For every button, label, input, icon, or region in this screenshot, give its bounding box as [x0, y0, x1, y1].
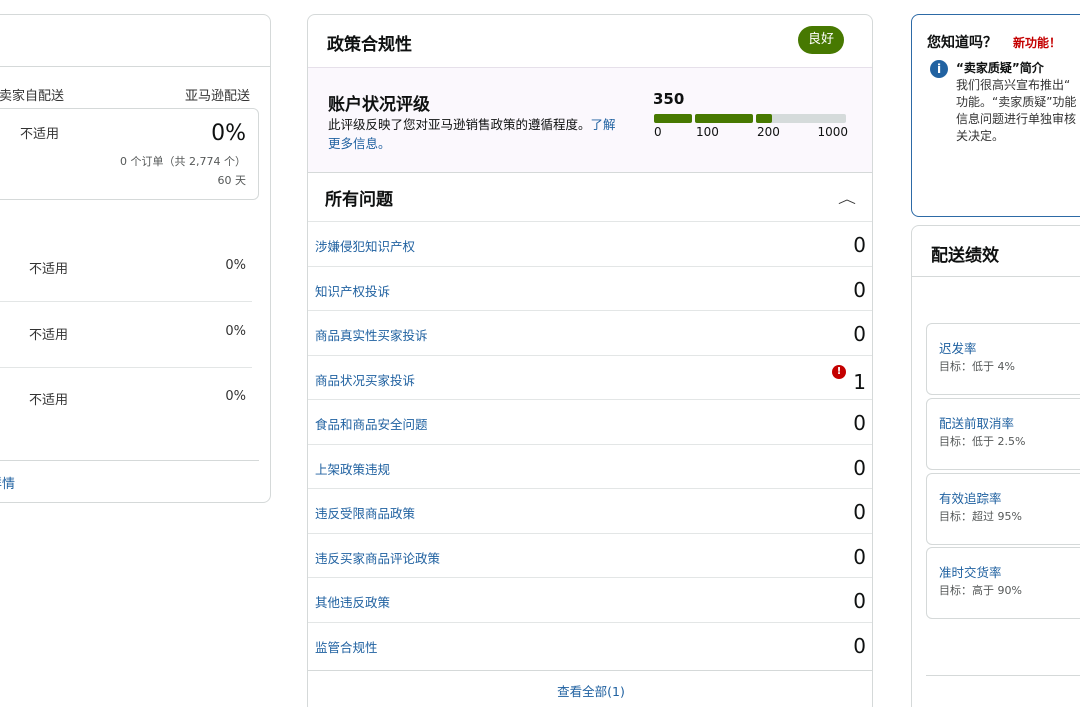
account-health-rating: 账户状况评级 此评级反映了您对亚马逊销售政策的遵循程度。了解更多信息。 350 …: [308, 67, 872, 173]
issue-count: 0: [853, 500, 866, 524]
status-badge: 良好: [798, 26, 844, 54]
new-feature-badge: 新功能！: [1013, 36, 1062, 50]
issue-link[interactable]: 食品和商品安全问题: [315, 414, 428, 433]
metric-row: 不适用 0%: [0, 302, 252, 368]
issue-link[interactable]: 其他违反政策: [315, 592, 390, 611]
issue-row: 涉嫌侵犯知识产权 0: [308, 221, 872, 266]
metric-link[interactable]: 有效追踪率: [939, 488, 1002, 507]
defect-rate-box: 不适用 0% 0 个订单（共 2,774 个） 60 天: [0, 108, 259, 200]
issue-link[interactable]: 监管合规性: [315, 637, 378, 656]
tip-line: 信息问题进行单独审核: [956, 112, 1077, 126]
metric-link[interactable]: 配送前取消率: [939, 413, 1014, 432]
tip-line: 关决定。: [956, 129, 1005, 143]
time-window: 60 天: [217, 174, 247, 187]
tip-item-text: 我们很高兴宣布推出“ 功能。“卖家质疑”功能 信息问题进行单独审核 关决定。: [956, 77, 1080, 145]
tip-item-name: “卖家质疑”简介: [956, 61, 1044, 75]
card-header: [0, 15, 270, 67]
amazon-rate: 0%: [225, 258, 246, 273]
metric-row: 不适用 0%: [0, 367, 252, 433]
info-icon: i: [930, 60, 948, 78]
issue-link[interactable]: 知识产权投诉: [315, 281, 390, 300]
chevron-up-icon[interactable]: ︿: [838, 189, 856, 207]
issue-row: 其他违反政策 0: [308, 577, 872, 622]
issue-row: 上架政策违规 0: [308, 444, 872, 489]
col-seller-fulfilled: 卖家自配送: [0, 89, 65, 104]
seller-value: 不适用: [29, 328, 69, 343]
issue-count: 0: [853, 411, 866, 435]
details-link[interactable]: 详情: [0, 473, 15, 492]
issue-link[interactable]: 违反受限商品政策: [315, 503, 415, 522]
view-all-link[interactable]: 查看全部(1): [308, 681, 872, 700]
card-title: 政策合规性: [327, 35, 412, 55]
issue-row: 违反受限商品政策 0: [308, 488, 872, 533]
tip-line: 功能。“卖家质疑”功能: [956, 95, 1077, 109]
col-amazon-fulfilled: 亚马逊配送: [184, 89, 250, 104]
amazon-rate: 0%: [225, 324, 246, 339]
gauge-segment-yellow-zone: [695, 114, 753, 123]
issue-count: 0: [853, 233, 866, 257]
alert-icon: !: [832, 365, 846, 379]
metric-box[interactable]: 迟发率 目标：低于 4%: [926, 323, 1080, 395]
gauge-tick: 1000: [817, 125, 848, 139]
issue-link[interactable]: 商品状况买家投诉: [315, 370, 415, 389]
divider: [912, 276, 1080, 277]
metric-target: 目标：超过 95%: [939, 510, 1022, 523]
seller-value: 不适用: [20, 127, 60, 142]
tip-title: 您知道吗？: [927, 35, 997, 51]
issue-row: 知识产权投诉 0: [308, 266, 872, 311]
metric-target: 目标：高于 90%: [939, 584, 1022, 597]
tip-line: 我们很高兴宣布推出“: [956, 78, 1071, 92]
issue-count: 0: [853, 589, 866, 613]
issue-count: 0: [853, 278, 866, 302]
metric-target: 目标：低于 2.5%: [939, 435, 1026, 448]
issue-row: 监管合规性 0: [308, 622, 872, 671]
metric-target: 目标：低于 4%: [939, 360, 1015, 373]
rating-gauge: 0 100 200 1000: [654, 114, 848, 139]
issue-count: 0: [853, 456, 866, 480]
divider: [926, 675, 1080, 676]
metric-box[interactable]: 有效追踪率 目标：超过 95%: [926, 473, 1080, 545]
shipping-performance-card: 配送绩效 迟发率 目标：低于 4% 配送前取消率 目标：低于 2.5% 有效追踪…: [911, 225, 1080, 707]
gauge-tick: 100: [696, 125, 719, 139]
gauge-tick: 0: [654, 125, 662, 139]
seller-value: 不适用: [29, 262, 69, 277]
amazon-rate: 0%: [211, 121, 246, 146]
card-title: 配送绩效: [931, 246, 999, 266]
issue-count: 0: [853, 322, 866, 346]
issue-count: 1: [853, 370, 866, 394]
rating-description: 此评级反映了您对亚马逊销售政策的遵循程度。了解更多信息。: [328, 115, 628, 153]
gauge-segment-red-zone: [654, 114, 692, 123]
issue-row: 食品和商品安全问题 0: [308, 399, 872, 444]
issue-count: 0: [853, 545, 866, 569]
issue-link[interactable]: 商品真实性买家投诉: [315, 325, 428, 344]
amazon-rate: 0%: [225, 389, 246, 404]
rating-description-text: 此评级反映了您对亚马逊销售政策的遵循程度。: [328, 117, 591, 132]
issue-row: 违反买家商品评论政策 0: [308, 533, 872, 578]
issue-link[interactable]: 涉嫌侵犯知识产权: [315, 236, 415, 255]
rating-score: 350: [653, 90, 685, 108]
issue-link[interactable]: 上架政策违规: [315, 459, 390, 478]
issues-section-title: 所有问题: [325, 190, 393, 210]
rating-title: 账户状况评级: [328, 95, 430, 115]
policy-compliance-card: 政策合规性 良好 账户状况评级 此评级反映了您对亚马逊销售政策的遵循程度。了解更…: [307, 14, 873, 707]
order-count: 0 个订单（共 2,774 个）: [120, 155, 246, 168]
issue-row: 商品状况买家投诉 ! 1: [308, 355, 872, 400]
metric-box[interactable]: 准时交货率 目标：高于 90%: [926, 547, 1080, 619]
did-you-know-card: 您知道吗？ 新功能！ i “卖家质疑”简介 我们很高兴宣布推出“ 功能。“卖家质…: [911, 14, 1080, 217]
order-defect-card: 卖家自配送 亚马逊配送 不适用 0% 0 个订单（共 2,774 个） 60 天…: [0, 14, 271, 503]
metric-link[interactable]: 迟发率: [939, 338, 977, 357]
gauge-tick: 200: [757, 125, 780, 139]
seller-value: 不适用: [29, 393, 69, 408]
issue-link[interactable]: 违反买家商品评论政策: [315, 548, 440, 567]
metric-link[interactable]: 准时交货率: [939, 562, 1002, 581]
issue-row: 商品真实性买家投诉 0: [308, 310, 872, 355]
metric-box[interactable]: 配送前取消率 目标：低于 2.5%: [926, 398, 1080, 470]
metric-row: 不适用 0%: [0, 236, 252, 302]
divider: [0, 460, 259, 461]
gauge-fill: [756, 114, 772, 123]
issue-count: 0: [853, 634, 866, 658]
